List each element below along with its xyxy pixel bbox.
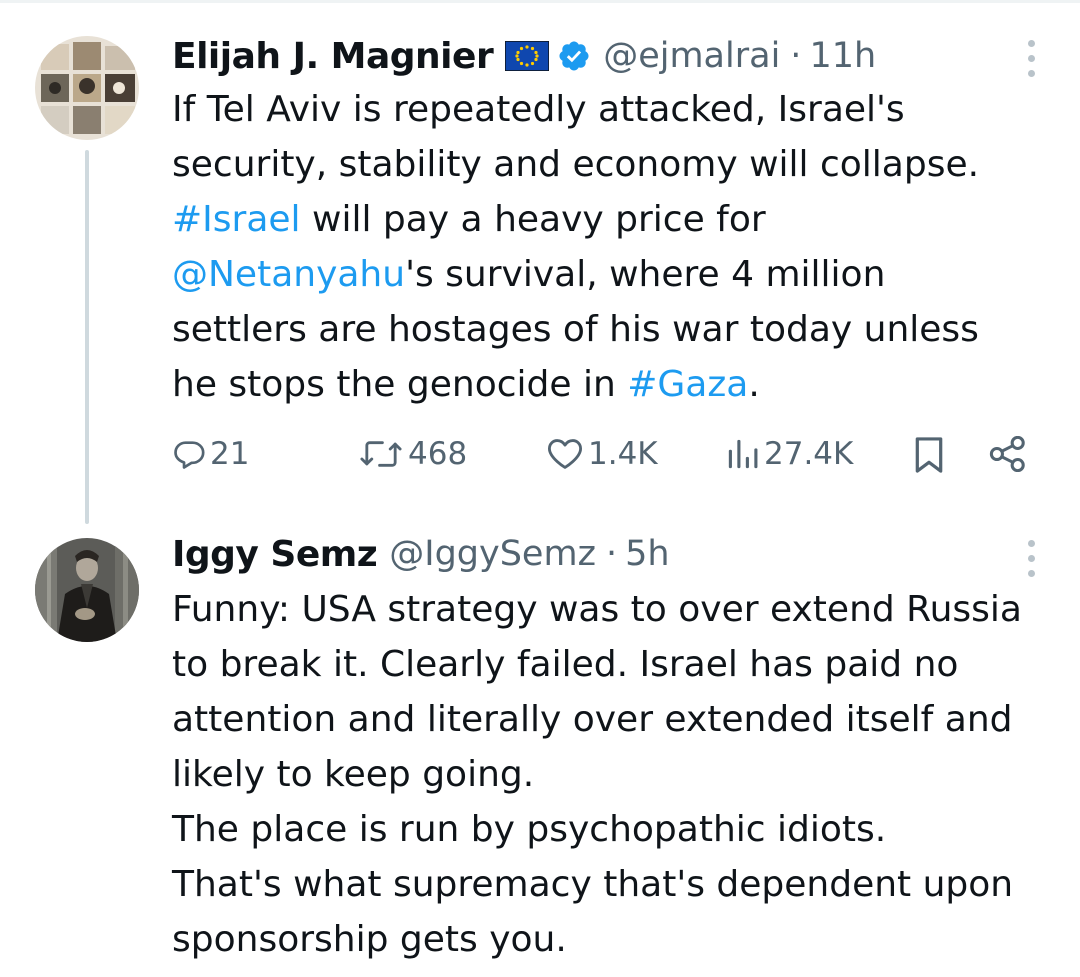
like-button[interactable]: 1.4K (546, 436, 658, 472)
reply-icon (174, 441, 205, 469)
tweet-iggy[interactable]: Iggy Semz @IggySemz · 5h Funny: USA stra… (0, 520, 1080, 977)
tweet-text-line: he stops the genocide in #Gaza. (172, 357, 979, 412)
tweet-header: Iggy Semz @IggySemz · 5h (172, 530, 670, 578)
tweet-text-line: attention and literally over extended it… (172, 699, 1013, 740)
tweet-time[interactable]: 5h (625, 534, 669, 574)
tweet-text-line: That's what supremacy that's dependent u… (172, 864, 1014, 905)
tweet-text-line: If Tel Aviv is repeatedly attacked, Isra… (172, 82, 979, 137)
views-chart-icon (728, 439, 758, 469)
text-segment: settlers are hostages of his war today u… (172, 309, 979, 350)
tweet-text-line: sponsorship gets you. (172, 919, 567, 960)
mention-link[interactable]: @Netanyahu (172, 254, 405, 295)
like-count: 1.4K (588, 436, 658, 472)
tweet-text-line: settlers are hostages of his war today u… (172, 302, 979, 357)
tweet-text-line: The place is run by psychopathic idiots. (172, 809, 887, 850)
tweet-actions: 21 468 1.4K 27.4K (0, 436, 1080, 484)
tweet-text-line: #Israel will pay a heavy price for (172, 192, 979, 247)
retweet-button[interactable]: 468 (358, 436, 467, 472)
text-segment: he stops the genocide in (172, 364, 628, 405)
hashtag-link[interactable]: #Israel (172, 199, 301, 240)
tweet-text-line: security, stability and economy will col… (172, 137, 979, 192)
dot-separator: · (790, 36, 802, 76)
heart-icon (548, 439, 582, 469)
tweet-text-line: likely to keep going. (172, 754, 535, 795)
avatar-photo-image (35, 538, 139, 642)
eu-flag-icon (504, 40, 550, 72)
avatar[interactable] (35, 36, 139, 140)
reply-count: 21 (210, 436, 250, 472)
text-segment: will pay a heavy price for (300, 199, 766, 240)
tweet-text-line: @Netanyahu's survival, where 4 million (172, 247, 979, 302)
more-options-icon[interactable] (1024, 40, 1038, 85)
retweet-icon (360, 441, 402, 467)
retweet-count: 468 (408, 436, 468, 472)
author-name[interactable]: Elijah J. Magnier (172, 36, 494, 77)
tweet-text: If Tel Aviv is repeatedly attacked, Isra… (172, 82, 979, 412)
tweet-time[interactable]: 11h (809, 36, 876, 76)
text-segment: 's survival, where 4 million (405, 254, 886, 295)
share-button[interactable] (988, 436, 1028, 472)
author-name[interactable]: Iggy Semz (172, 534, 378, 575)
avatar-collage-image (35, 36, 139, 140)
more-options-icon[interactable] (1024, 540, 1038, 585)
tweet-text-line: Funny: USA strategy was to over extend R… (172, 589, 1022, 630)
tweet-text-line: to break it. Clearly failed. Israel has … (172, 644, 959, 685)
tweet-elijah[interactable]: Elijah J. Magnier @ejmalrai · 11h If Tel… (0, 0, 1080, 524)
tweet-header: Elijah J. Magnier @ejmalrai · 11h (172, 32, 876, 80)
tweet-text: Funny: USA strategy was to over extend R… (172, 582, 1022, 967)
bookmark-button[interactable] (912, 436, 946, 474)
avatar[interactable] (35, 538, 139, 642)
reply-button[interactable]: 21 (172, 436, 249, 472)
text-segment: . (748, 364, 760, 405)
dot-separator: · (605, 534, 618, 574)
share-icon (989, 436, 1025, 472)
verified-badge-icon (557, 39, 591, 73)
author-handle[interactable]: @ejmalrai (603, 36, 780, 76)
author-handle[interactable]: @IggySemz (389, 534, 596, 574)
hashtag-link[interactable]: #Gaza (627, 364, 748, 405)
text-segment: security, stability and economy will col… (172, 144, 980, 185)
bookmark-icon (915, 437, 943, 473)
text-segment: If Tel Aviv is repeatedly attacked, Isra… (172, 89, 905, 130)
views-button[interactable]: 27.4K (726, 436, 853, 472)
view-count: 27.4K (764, 436, 854, 472)
